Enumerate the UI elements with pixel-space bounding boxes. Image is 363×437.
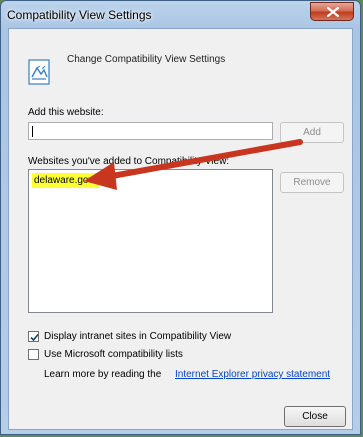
- red-arrow-annotation: [84, 139, 303, 190]
